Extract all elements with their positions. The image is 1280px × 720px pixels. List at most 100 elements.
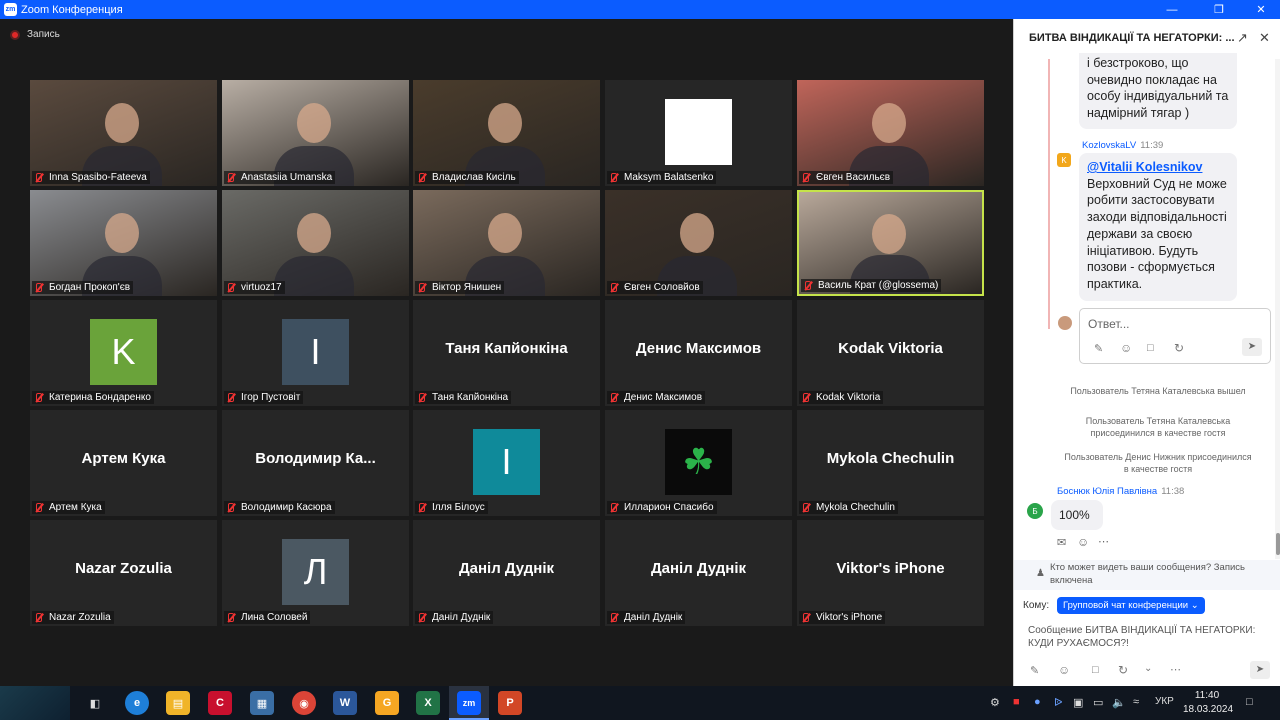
participant-name: Лина Соловей [241,612,308,623]
tray-app-icon[interactable]: ■ [1013,696,1020,708]
mic-muted-icon [609,282,618,293]
participant-tile[interactable]: Таня Капйонкіна Таня Капйонкіна [413,300,600,406]
battery-icon[interactable]: ▭ [1093,696,1103,709]
participant-name: Ілля Білоус [432,502,485,513]
edge-icon[interactable]: e [125,691,149,715]
participant-name: Nazar Zozulia [49,612,111,623]
reply-icon[interactable]: ✉ [1057,536,1066,549]
participant-tile[interactable]: Володимир Ка... Володимир Касюра [222,410,409,516]
reply-input[interactable]: Ответ... [1088,317,1130,331]
app-red-icon[interactable]: C [208,691,232,715]
participant-tile[interactable]: Nazar Zozulia Nazar Zozulia [30,520,217,626]
system-message: Пользователь Тетяна Каталевська вышел [1070,386,1246,396]
message-input[interactable]: Сообщение БИТВА ВІНДИКАЦІЇ ТА НЕГАТОРКИ:… [1028,624,1255,650]
format-icon[interactable]: ✎ [1030,664,1039,677]
screenshot-icon[interactable]: ↻ [1174,341,1184,355]
message-line: держави за своєю [1087,226,1193,241]
format-icon[interactable]: ✎ [1094,342,1103,355]
participant-tile[interactable]: Василь Крат (@glossema) [797,190,984,296]
participant-avatar: I [473,429,540,495]
tray-app-icon[interactable]: ⚙ [990,696,1000,709]
emoji-icon[interactable]: ☺ [1120,341,1132,355]
clock-time: 11:40 [1194,690,1220,701]
close-window-button[interactable]: ✕ [1243,0,1279,19]
minimize-button[interactable]: — [1154,0,1190,19]
participant-tile[interactable]: Л Лина Соловей [222,520,409,626]
screenshot-icon[interactable]: ↻ [1118,663,1128,677]
volume-icon[interactable]: 🔈 [1112,696,1126,709]
more-icon[interactable]: ⋯ [1170,663,1181,676]
chat-scrollbar-track[interactable] [1275,59,1280,559]
participant-tile[interactable]: Даніл Дуднік Даніл Дуднік [605,520,792,626]
participant-name-label: Ілля Білоус [415,501,488,514]
participant-tile[interactable]: Viktor's iPhone Viktor's iPhone [797,520,984,626]
participant-tile[interactable]: Inna Spasibo-Fateeva [30,80,217,186]
file-icon[interactable]: □ [1147,342,1154,354]
app-blue-icon[interactable]: ▦ [250,691,274,715]
send-reply-icon[interactable]: ➤ [1242,338,1262,356]
person-silhouette [296,213,331,254]
participant-name-label: Viktor's iPhone [799,611,886,624]
system-message: Пользователь Тетяна Каталевська присоеди… [1040,415,1276,439]
chat-scrollbar-thumb[interactable] [1276,533,1280,555]
file-explorer-icon[interactable]: ▤ [166,691,190,715]
participant-tile[interactable]: Maksym Balatsenko [605,80,792,186]
participant-display-name: Даніл Дуднік [650,560,747,577]
tray-zoom-icon[interactable]: ● [1034,696,1041,708]
word-icon[interactable]: W [333,691,357,715]
participant-name-label: Илларион Спасибо [607,501,717,514]
emoji-icon[interactable]: ☺ [1058,663,1070,677]
clock[interactable]: 11:40 18.03.2024 [1183,689,1234,717]
mic-muted-icon [226,172,235,183]
bluetooth-icon[interactable]: ᐉ [1054,696,1062,709]
message-line: Верховний Суд не може [1087,176,1227,191]
participant-tile[interactable]: Даніл Дуднік Даніл Дуднік [413,520,600,626]
participant-tile[interactable]: K Катерина Бондаренко [30,300,217,406]
react-icon[interactable]: ☺ [1077,535,1089,549]
participant-tile[interactable]: I Ігор Пустовіт [222,300,409,406]
participant-tile[interactable]: Денис Максимов Денис Максимов [605,300,792,406]
close-chat-icon[interactable]: ✕ [1259,30,1270,46]
excel-icon[interactable]: X [416,691,440,715]
powerpoint-icon[interactable]: P [498,691,522,715]
recording-indicator[interactable]: Запись [10,29,60,40]
taskbar-widget[interactable] [0,686,70,720]
reply-box[interactable]: Ответ... ✎ ☺ □ ↻ ➤ [1079,308,1271,364]
participant-tile[interactable]: Євген Васильєв [797,80,984,186]
wifi-icon[interactable]: ≈ [1133,696,1139,708]
participant-tile[interactable]: Віктор Янишен [413,190,600,296]
participant-tile[interactable]: Anastasiia Umanska [222,80,409,186]
person-silhouette [104,213,139,254]
participant-name-label: Денис Максимов [607,391,706,404]
restore-button[interactable]: ❐ [1201,0,1237,19]
participant-tile[interactable]: Богдан Прокоп'єв [30,190,217,296]
participant-tile[interactable]: Kodak Viktoria Kodak Viktoria [797,300,984,406]
recipient-dropdown[interactable]: Групповой чат конференции ⌄ [1057,597,1205,614]
clock-date: 18.03.2024 [1183,704,1234,715]
tray-app-icon[interactable]: ▣ [1073,696,1083,709]
privacy-banner[interactable]: ♟ Кто может видеть ваши сообщения? Запис… [1014,560,1280,590]
participant-tile[interactable]: Євген Соловйов [605,190,792,296]
chrome-icon[interactable]: ◉ [292,691,316,715]
participant-tile[interactable]: Mykola Chechulin Mykola Chechulin [797,410,984,516]
person-silhouette [487,213,522,254]
more-icon[interactable]: ⋯ [1098,535,1109,548]
mention-link[interactable]: @Vitalii Kolesnikov [1087,159,1229,176]
participant-tile[interactable]: Артем Кука Артем Кука [30,410,217,516]
participant-tile[interactable]: I Ілля Білоус [413,410,600,516]
send-icon[interactable]: ➤ [1250,661,1270,679]
participant-tile[interactable]: Владислав Кисіль [413,80,600,186]
language-indicator[interactable]: УКР [1155,696,1174,707]
participant-name-label: Василь Крат (@glossema) [801,279,942,292]
participant-name-label: Віктор Янишен [415,281,505,294]
task-view-icon[interactable]: ◧ [83,691,107,715]
popout-icon[interactable]: ↗ [1237,30,1248,46]
participant-tile[interactable]: ☘ Илларион Спасибо [605,410,792,516]
participant-tile[interactable]: virtuoz17 [222,190,409,296]
chevron-down-icon[interactable]: ⌄ [1144,663,1152,674]
mic-muted-icon [34,612,43,623]
notifications-icon[interactable]: □ [1246,696,1253,708]
zoom-logo-icon: zm [4,3,17,16]
app-orange-icon[interactable]: G [375,691,399,715]
file-icon[interactable]: □ [1092,664,1099,676]
